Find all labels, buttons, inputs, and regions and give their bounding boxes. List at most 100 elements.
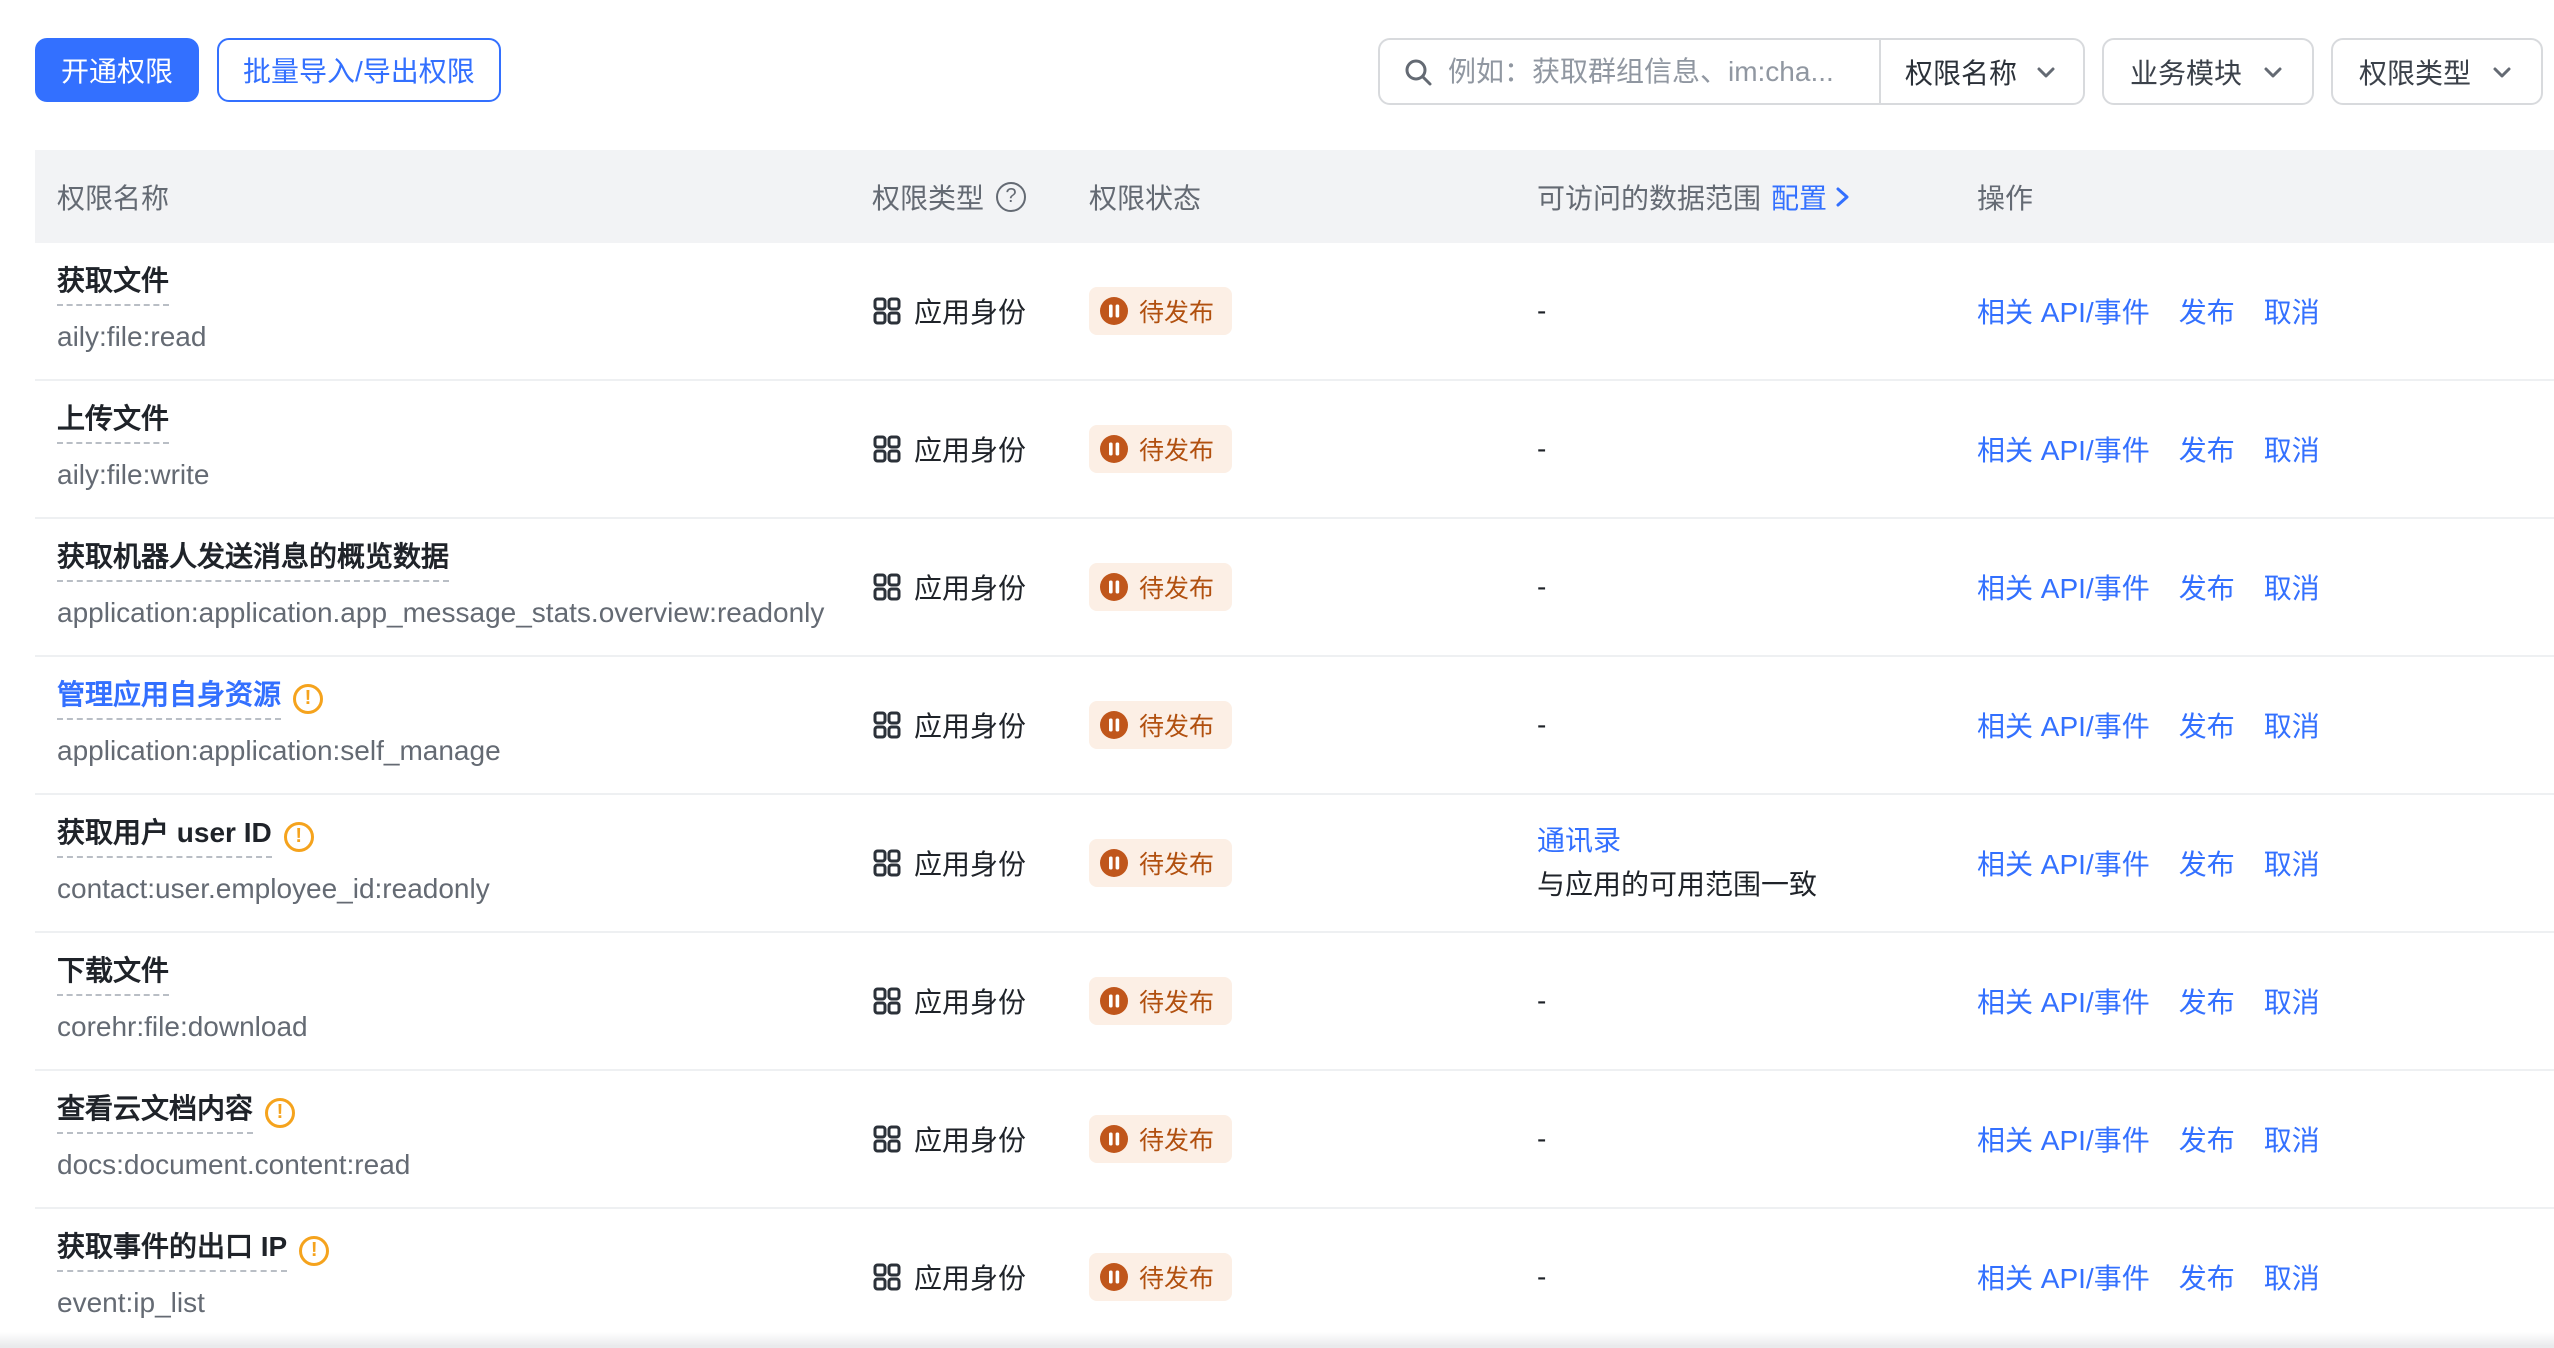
- scope-empty-dash: -: [1537, 709, 1546, 740]
- warning-icon[interactable]: !: [284, 822, 314, 852]
- pause-circle-icon: [1099, 1262, 1129, 1292]
- permission-type-value: 应用身份: [914, 843, 1026, 883]
- related-api-events-link[interactable]: 相关 API/事件: [1977, 429, 2150, 469]
- data-scope-cell: -: [1537, 709, 1977, 741]
- status-badge: 待发布: [1089, 1115, 1232, 1163]
- related-api-events-link[interactable]: 相关 API/事件: [1977, 567, 2150, 607]
- warning-icon[interactable]: !: [293, 684, 323, 714]
- search-field-selector[interactable]: 权限名称: [1881, 40, 2083, 103]
- pause-circle-icon: [1099, 848, 1129, 878]
- status-badge: 待发布: [1089, 563, 1232, 611]
- data-scope-cell: -: [1537, 571, 1977, 603]
- toolbar-buttons: 开通权限 批量导入/导出权限: [35, 38, 501, 102]
- cancel-link[interactable]: 取消: [2264, 705, 2320, 745]
- status-badge: 待发布: [1089, 1253, 1232, 1301]
- actions-cell: 相关 API/事件 发布 取消: [1977, 981, 2554, 1021]
- table-row: 管理应用自身资源 ! application:application:self_…: [35, 657, 2554, 795]
- scope-empty-dash: -: [1537, 433, 1546, 464]
- cancel-link[interactable]: 取消: [2264, 1257, 2320, 1297]
- table-body: 获取文件 aily:file:read 应用身份 待发布: [35, 243, 2554, 1347]
- data-scope-cell: -: [1537, 433, 1977, 465]
- permission-status-cell: 待发布: [1089, 701, 1537, 749]
- scope-contacts-link[interactable]: 通讯录: [1537, 819, 1957, 863]
- permission-title: 查看云文档内容: [57, 1091, 253, 1134]
- publish-link[interactable]: 发布: [2179, 1257, 2235, 1297]
- permission-type-cell: 应用身份: [872, 1119, 1089, 1159]
- permission-type-cell: 应用身份: [872, 843, 1089, 883]
- table-row: 查看云文档内容 ! docs:document.content:read 应用身…: [35, 1071, 2554, 1209]
- permission-title: 获取文件: [57, 263, 169, 306]
- permission-code: aily:file:write: [57, 453, 839, 497]
- permission-status-cell: 待发布: [1089, 563, 1537, 611]
- data-scope-cell: -: [1537, 1261, 1977, 1293]
- publish-link[interactable]: 发布: [2179, 1119, 2235, 1159]
- open-permission-button[interactable]: 开通权限: [35, 38, 199, 102]
- toolbar-filters: 权限名称 业务模块 权限类型: [1378, 38, 2543, 105]
- related-api-events-link[interactable]: 相关 API/事件: [1977, 981, 2150, 1021]
- permission-name-cell: 获取用户 user ID ! contact:user.employee_id:…: [35, 795, 872, 931]
- module-filter-dropdown[interactable]: 业务模块: [2102, 38, 2314, 105]
- publish-link[interactable]: 发布: [2179, 291, 2235, 331]
- table-row: 上传文件 aily:file:write 应用身份 待发布: [35, 381, 2554, 519]
- permission-type-cell: 应用身份: [872, 429, 1089, 469]
- publish-link[interactable]: 发布: [2179, 705, 2235, 745]
- permission-name-cell: 管理应用自身资源 ! application:application:self_…: [35, 657, 872, 793]
- publish-link[interactable]: 发布: [2179, 981, 2235, 1021]
- permission-title: 上传文件: [57, 401, 169, 444]
- scope-note: 与应用的可用范围一致: [1537, 863, 1957, 907]
- data-scope-cell: 通讯录与应用的可用范围一致: [1537, 819, 1977, 907]
- permission-type-value: 应用身份: [914, 705, 1026, 745]
- cancel-link[interactable]: 取消: [2264, 291, 2320, 331]
- cancel-link[interactable]: 取消: [2264, 843, 2320, 883]
- permission-status-cell: 待发布: [1089, 977, 1537, 1025]
- pause-circle-icon: [1099, 572, 1129, 602]
- status-badge: 待发布: [1089, 287, 1232, 335]
- scope-empty-dash: -: [1537, 295, 1546, 326]
- data-scope-cell: -: [1537, 985, 1977, 1017]
- status-badge-label: 待发布: [1139, 1259, 1214, 1295]
- permission-type-cell: 应用身份: [872, 981, 1089, 1021]
- actions-cell: 相关 API/事件 发布 取消: [1977, 1119, 2554, 1159]
- help-icon[interactable]: ?: [996, 182, 1026, 212]
- status-badge: 待发布: [1089, 425, 1232, 473]
- related-api-events-link[interactable]: 相关 API/事件: [1977, 291, 2150, 331]
- pause-circle-icon: [1099, 710, 1129, 740]
- permission-name-cell: 查看云文档内容 ! docs:document.content:read: [35, 1071, 872, 1207]
- permission-code: docs:document.content:read: [57, 1143, 839, 1187]
- status-badge: 待发布: [1089, 839, 1232, 887]
- cancel-link[interactable]: 取消: [2264, 1119, 2320, 1159]
- status-badge-label: 待发布: [1139, 293, 1214, 329]
- cancel-link[interactable]: 取消: [2264, 567, 2320, 607]
- scope-config-link[interactable]: 配置: [1771, 177, 1853, 217]
- related-api-events-link[interactable]: 相关 API/事件: [1977, 1119, 2150, 1159]
- app-grid-icon: [872, 296, 902, 326]
- warning-icon[interactable]: !: [265, 1098, 295, 1128]
- type-filter-label: 权限类型: [2359, 52, 2471, 92]
- scope-empty-dash: -: [1537, 985, 1546, 1016]
- permission-type-cell: 应用身份: [872, 291, 1089, 331]
- cancel-link[interactable]: 取消: [2264, 429, 2320, 469]
- publish-link[interactable]: 发布: [2179, 567, 2235, 607]
- module-filter-label: 业务模块: [2130, 52, 2242, 92]
- permission-title: 获取机器人发送消息的概览数据: [57, 539, 449, 582]
- scope-empty-dash: -: [1537, 571, 1546, 602]
- batch-import-export-button[interactable]: 批量导入/导出权限: [217, 38, 501, 102]
- cancel-link[interactable]: 取消: [2264, 981, 2320, 1021]
- permission-management-page: 开通权限 批量导入/导出权限 权限名称: [0, 0, 2554, 1348]
- related-api-events-link[interactable]: 相关 API/事件: [1977, 843, 2150, 883]
- chevron-down-icon: [2033, 59, 2059, 85]
- permission-status-cell: 待发布: [1089, 287, 1537, 335]
- permission-title: 获取用户 user ID: [57, 815, 272, 858]
- status-badge: 待发布: [1089, 701, 1232, 749]
- search-input[interactable]: [1448, 42, 1879, 102]
- permission-type-cell: 应用身份: [872, 705, 1089, 745]
- type-filter-dropdown[interactable]: 权限类型: [2331, 38, 2543, 105]
- publish-link[interactable]: 发布: [2179, 429, 2235, 469]
- related-api-events-link[interactable]: 相关 API/事件: [1977, 705, 2150, 745]
- warning-icon[interactable]: !: [299, 1236, 329, 1266]
- related-api-events-link[interactable]: 相关 API/事件: [1977, 1257, 2150, 1297]
- search-box: 权限名称: [1378, 38, 2085, 105]
- header-permission-type-label: 权限类型: [872, 177, 984, 217]
- status-badge-label: 待发布: [1139, 1121, 1214, 1157]
- publish-link[interactable]: 发布: [2179, 843, 2235, 883]
